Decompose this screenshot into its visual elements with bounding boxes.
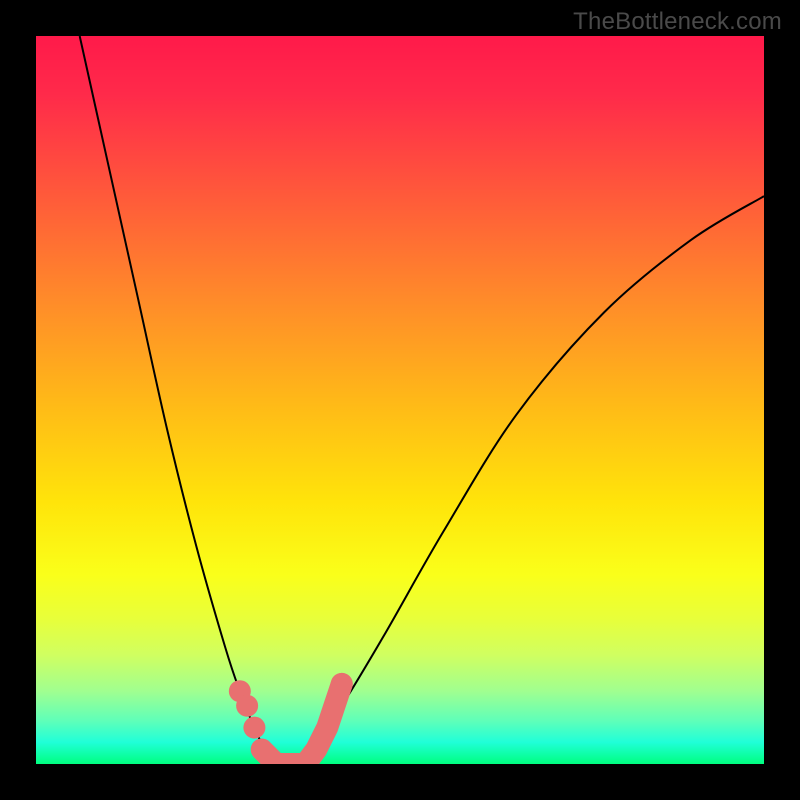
marker-dot [236,695,258,717]
marker-dot [331,673,353,695]
chart-frame: TheBottleneck.com [0,0,800,800]
curve-layer [36,36,764,764]
marker-dot [243,717,265,739]
watermark-text: TheBottleneck.com [573,8,782,36]
bottleneck-curve [80,36,764,764]
marker-segment [262,684,342,764]
plot-area [36,36,764,764]
